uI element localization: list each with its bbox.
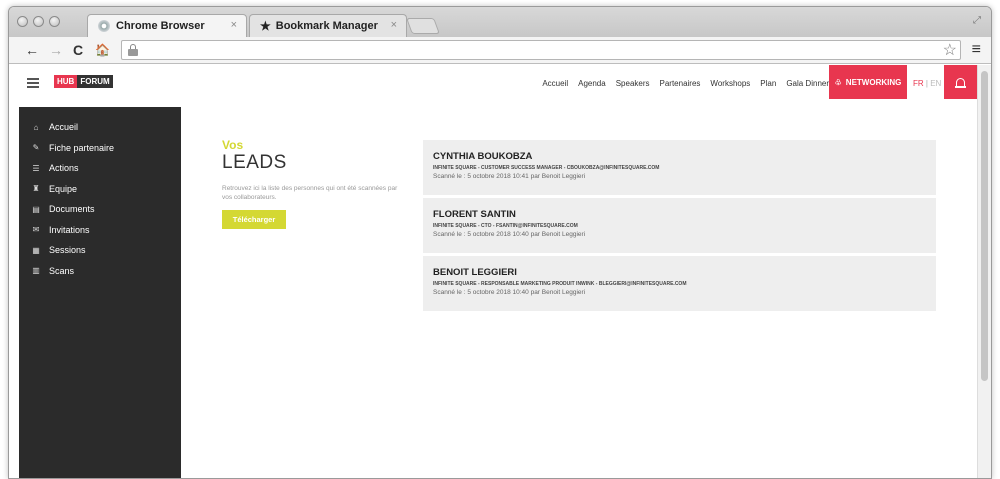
nav-accueil[interactable]: Accueil <box>542 79 568 88</box>
nav-gala-dinner[interactable]: Gala Dinner <box>786 79 829 88</box>
lang-fr[interactable]: FR <box>913 79 924 88</box>
sidebar-item-label: Accueil <box>49 122 79 133</box>
network-icon: ♧ <box>834 77 842 87</box>
nav-plan[interactable]: Plan <box>760 79 776 88</box>
maximize-window-button[interactable] <box>49 16 60 27</box>
forward-button[interactable]: → <box>49 42 63 58</box>
sidebar-item-equipe[interactable]: ♜ Equipe <box>19 179 181 200</box>
tab-close-icon[interactable]: × <box>231 19 237 31</box>
tab-label: Bookmark Manager <box>275 20 378 32</box>
sessions-icon: ▦ <box>32 245 40 255</box>
web-page: HUB FORUM Accueil Agenda Speakers Parten… <box>9 65 979 478</box>
nav-speakers[interactable]: Speakers <box>616 79 650 88</box>
tab-label: Chrome Browser <box>116 20 205 32</box>
browser-toolbar: ← → C 🏠 ☆ ≡ <box>9 37 991 64</box>
list-icon: ☰ <box>32 163 40 173</box>
back-button[interactable]: ← <box>25 42 39 58</box>
leads-intro: Vos LEADS Retrouvez ici la liste des per… <box>222 138 407 229</box>
sidebar-item-label: Scans <box>49 265 75 276</box>
new-tab-button[interactable] <box>406 18 440 34</box>
lead-name: FLORENT SANTIN <box>433 209 516 220</box>
close-window-button[interactable] <box>17 16 28 27</box>
scrollbar-thumb[interactable] <box>981 71 988 381</box>
nav-partenaires[interactable]: Partenaires <box>660 79 701 88</box>
bookmark-star-icon: ★ <box>260 19 271 33</box>
nav-workshops[interactable]: Workshops <box>710 79 750 88</box>
lead-name: BENOIT LEGGIERI <box>433 267 517 278</box>
top-navigation: Accueil Agenda Speakers Partenaires Work… <box>542 79 829 88</box>
page-title: LEADS <box>222 152 287 173</box>
pencil-icon: ✎ <box>32 143 40 153</box>
lead-name: CYNTHIA BOUKOBZA <box>433 151 533 162</box>
sidebar-item-label: Documents <box>49 204 95 215</box>
home-icon: ⌂ <box>33 122 39 132</box>
lead-details: INFINITE SQUARE - CUSTOMER SUCCESS MANAG… <box>433 165 660 171</box>
language-switcher: FR | EN <box>913 79 942 88</box>
lead-scan-info: Scanné le : 5 octobre 2018 10:40 par Ben… <box>433 231 586 238</box>
sidebar-item-label: Equipe <box>49 183 78 194</box>
sidebar-item-documents[interactable]: ▤ Documents <box>19 199 181 220</box>
sidebar-item-sessions[interactable]: ▦ Sessions <box>19 240 181 261</box>
lead-card[interactable]: BENOIT LEGGIERI INFINITE SQUARE - RESPON… <box>423 256 936 311</box>
lead-details: INFINITE SQUARE - CTO - FSANTIN@INFINITE… <box>433 223 578 229</box>
invitation-icon: ✉ <box>32 225 40 235</box>
lead-scan-info: Scanné le : 5 octobre 2018 10:40 par Ben… <box>433 289 586 296</box>
bookmark-page-star-icon[interactable]: ☆ <box>943 40 957 60</box>
leads-list: CYNTHIA BOUKOBZA INFINITE SQUARE - CUSTO… <box>423 140 936 314</box>
site-header: HUB FORUM Accueil Agenda Speakers Parten… <box>9 65 979 102</box>
tab-chrome-browser[interactable]: Chrome Browser × <box>87 14 247 37</box>
page-description: Retrouvez ici la liste des personnes qui… <box>222 185 398 201</box>
nav-agenda[interactable]: Agenda <box>578 79 606 88</box>
notifications-button[interactable] <box>944 65 977 99</box>
minimize-window-button[interactable] <box>33 16 44 27</box>
heading-small: Vos <box>222 138 244 152</box>
home-button[interactable]: 🏠 <box>95 42 110 58</box>
tab-close-icon[interactable]: × <box>391 19 397 31</box>
lock-icon <box>128 44 138 56</box>
browser-menu-button[interactable]: ≡ <box>972 41 981 59</box>
team-icon: ♜ <box>32 184 40 194</box>
lead-card[interactable]: CYNTHIA BOUKOBZA INFINITE SQUARE - CUSTO… <box>423 140 936 195</box>
tab-bookmark-manager[interactable]: ★ Bookmark Manager × <box>249 14 407 37</box>
download-button[interactable]: Télécharger <box>222 210 286 229</box>
bell-icon <box>955 77 966 88</box>
hamburger-menu-icon[interactable] <box>27 78 39 88</box>
resize-icon[interactable]: ⤢ <box>973 15 981 26</box>
reload-button[interactable]: C <box>73 42 83 58</box>
browser-window: Chrome Browser × ★ Bookmark Manager × ⤢ … <box>8 6 992 479</box>
lead-scan-info: Scanné le : 5 octobre 2018 10:41 par Ben… <box>433 173 586 180</box>
sidebar-item-label: Sessions <box>49 245 86 256</box>
scan-icon: ▥ <box>32 266 40 276</box>
sidebar-item-actions[interactable]: ☰ Actions <box>19 158 181 179</box>
sidebar-item-label: Fiche partenaire <box>49 142 115 153</box>
page-scrollbar[interactable] <box>977 65 991 478</box>
site-logo[interactable]: HUB FORUM <box>54 75 113 88</box>
chrome-favicon-icon <box>98 20 110 32</box>
sidebar: ⌂ Accueil ✎ Fiche partenaire ☰ Actions ♜… <box>19 107 181 478</box>
address-bar[interactable] <box>121 40 961 60</box>
document-icon: ▤ <box>32 204 40 214</box>
sidebar-item-accueil[interactable]: ⌂ Accueil <box>19 117 181 138</box>
lead-details: INFINITE SQUARE - RESPONSABLE MARKETING … <box>433 281 687 287</box>
lead-card[interactable]: FLORENT SANTIN INFINITE SQUARE - CTO - F… <box>423 198 936 253</box>
sidebar-item-fiche-partenaire[interactable]: ✎ Fiche partenaire <box>19 138 181 159</box>
lang-en[interactable]: EN <box>930 79 941 88</box>
sidebar-item-invitations[interactable]: ✉ Invitations <box>19 220 181 241</box>
sidebar-item-scans[interactable]: ▥ Scans <box>19 261 181 282</box>
sidebar-item-label: Invitations <box>49 224 90 235</box>
networking-button[interactable]: ♧ NETWORKING <box>829 65 907 99</box>
tab-strip: Chrome Browser × ★ Bookmark Manager × ⤢ <box>9 7 991 37</box>
sidebar-item-label: Actions <box>49 163 79 174</box>
